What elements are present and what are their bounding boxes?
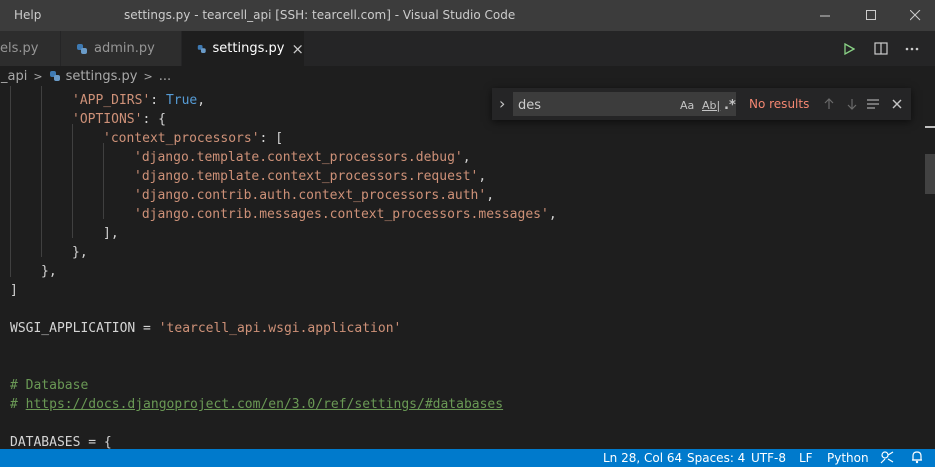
tab-admin[interactable]: admin.py: [61, 31, 181, 66]
close-find-button[interactable]: [889, 96, 905, 112]
docs-link[interactable]: https://docs.djangoproject.com/en/3.0/re…: [26, 397, 503, 412]
code-line: WSGI_APPLICATION = 'tearcell_api.wsgi.ap…: [10, 321, 402, 336]
find-result-count: No results: [749, 97, 810, 111]
play-icon: [844, 42, 855, 55]
indent-guide: [41, 86, 42, 257]
more-actions-button[interactable]: [898, 31, 926, 66]
close-window-button[interactable]: [892, 0, 935, 31]
code-line: },: [41, 264, 57, 279]
toggle-replace-icon[interactable]: ›: [499, 94, 505, 113]
ellipsis-icon: [905, 47, 919, 50]
find-input-box: Aa Ab| .*: [513, 92, 736, 116]
indent-guide: [72, 124, 73, 238]
whole-word-icon[interactable]: Ab|: [702, 96, 720, 114]
python-file-icon: [197, 44, 206, 53]
find-in-selection-icon: [867, 99, 879, 109]
code-line: 'OPTIONS': {: [72, 112, 166, 127]
code-line: 'django.template.context_processors.debu…: [134, 150, 471, 165]
vertical-scrollbar[interactable]: [925, 86, 935, 449]
minimize-button[interactable]: [802, 0, 848, 31]
chevron-right-icon: >: [33, 69, 43, 83]
code-line: 'django.template.context_processors.requ…: [134, 169, 487, 184]
status-language[interactable]: Python: [827, 451, 869, 465]
status-eol[interactable]: LF: [799, 451, 813, 465]
code-line: 'APP_DIRS': True,: [72, 93, 206, 108]
close-icon: [892, 99, 902, 109]
split-editor-icon: [874, 42, 888, 55]
match-case-icon[interactable]: Aa: [680, 96, 694, 114]
previous-match-button[interactable]: [821, 96, 837, 112]
indent-guide: [10, 86, 11, 277]
regex-icon[interactable]: .*: [724, 96, 736, 114]
title-bar: Help settings.py - tearcell_api [SSH: te…: [0, 0, 935, 31]
code-line: 'django.contrib.auth.context_processors.…: [134, 188, 495, 203]
cursor-marker: [925, 126, 935, 128]
split-editor-button[interactable]: [867, 31, 895, 66]
breadcrumb-more[interactable]: ...: [159, 69, 171, 84]
window-title: settings.py - tearcell_api [SSH: tearcel…: [124, 8, 516, 22]
status-indentation[interactable]: Spaces: 4: [687, 451, 745, 465]
feedback-icon[interactable]: [880, 450, 894, 467]
status-bar: Ln 28, Col 64 Spaces: 4 UTF-8 LF Python: [0, 449, 935, 467]
tab-close-icon[interactable]: ×: [291, 40, 304, 58]
breadcrumb: _api > settings.py > ...: [0, 66, 935, 86]
scrollbar-thumb[interactable]: [925, 154, 935, 194]
indent-guide: [103, 143, 104, 219]
tab-models[interactable]: els.py: [0, 31, 60, 66]
find-in-selection-button[interactable]: [865, 96, 881, 112]
maximize-icon: [865, 10, 876, 20]
arrow-up-icon: [824, 98, 834, 109]
tab-settings[interactable]: settings.py ×: [182, 31, 304, 66]
tab-label: els.py: [0, 41, 39, 56]
status-cursor-position[interactable]: Ln 28, Col 64: [603, 451, 682, 465]
code-line: ],: [103, 226, 119, 241]
run-python-button[interactable]: [835, 31, 863, 66]
minimize-icon: [819, 15, 830, 17]
tab-bar: els.py admin.py settings.py ×: [0, 31, 935, 66]
code-line: 'context_processors': [: [103, 131, 284, 146]
maximize-button[interactable]: [848, 0, 894, 31]
code-line: },: [72, 245, 88, 260]
code-line: 'django.contrib.messages.context_process…: [134, 207, 557, 222]
code-line: # https://docs.djangoproject.com/en/3.0/…: [10, 397, 504, 412]
next-match-button[interactable]: [844, 96, 860, 112]
menu-help[interactable]: Help: [14, 8, 41, 22]
code-editor[interactable]: 'APP_DIRS': True, 'OPTIONS': { 'context_…: [0, 86, 935, 449]
notifications-bell-icon[interactable]: [910, 450, 924, 467]
code-line: DATABASES = {: [10, 435, 112, 449]
code-line: ]: [10, 283, 18, 298]
tab-label: settings.py: [212, 41, 285, 56]
code-line: # Database: [10, 378, 89, 393]
status-encoding[interactable]: UTF-8: [751, 451, 786, 465]
find-widget: › Aa Ab| .* No results: [492, 88, 911, 120]
tab-label: admin.py: [94, 41, 155, 56]
breadcrumb-folder[interactable]: _api: [1, 69, 27, 84]
python-file-icon: [77, 43, 87, 54]
breadcrumb-file[interactable]: settings.py: [66, 69, 138, 84]
python-file-icon: [49, 71, 60, 81]
close-icon: [909, 10, 920, 21]
find-input[interactable]: [516, 95, 680, 115]
chevron-right-icon: >: [143, 69, 153, 83]
arrow-down-icon: [847, 99, 857, 110]
